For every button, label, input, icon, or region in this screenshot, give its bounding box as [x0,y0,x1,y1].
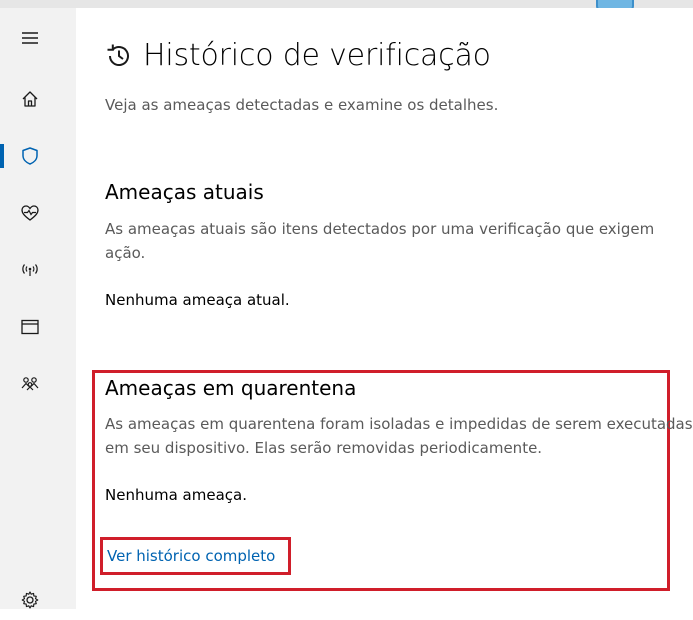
current-threats-status: Nenhuma ameaça atual. [105,291,290,309]
heart-health-icon [21,205,39,221]
browser-window-icon [21,319,39,335]
sidebar-item-family-options[interactable] [0,364,60,404]
page-header: Histórico de verificação [104,38,491,73]
hamburger-menu-button[interactable] [0,18,60,58]
sidebar-item-app-browser-control[interactable] [0,307,60,347]
page-title: Histórico de verificação [143,38,491,73]
settings-gear-icon [21,591,39,609]
sidebar-item-virus-protection[interactable] [0,136,60,176]
history-clock-icon [107,44,129,66]
page-subtitle: Veja as ameaças detectadas e examine os … [105,96,499,114]
view-full-history-link[interactable]: Ver histórico completo [107,547,275,565]
quarantine-status: Nenhuma ameaça. [105,486,247,504]
window-top-bar [0,0,693,8]
wireless-network-icon [22,264,38,276]
sidebar-item-device-health[interactable] [0,193,60,233]
main-content: Histórico de verificação Veja as ameaças… [76,8,693,609]
shield-icon [22,147,38,165]
current-threats-title: Ameaças atuais [105,180,264,204]
current-threats-description: As ameaças atuais são itens detectados p… [105,220,655,262]
sidebar-item-settings[interactable] [0,580,60,620]
quarantine-description: As ameaças em quarentena foram isoladas … [105,415,693,457]
sidebar-item-firewall-network[interactable] [0,250,60,290]
link-highlight-box: Ver histórico completo [100,537,291,575]
sidebar-item-home[interactable] [0,79,60,119]
sidebar [0,8,76,609]
home-icon [22,91,38,107]
hamburger-menu-icon [22,32,38,44]
quarantine-title: Ameaças em quarentena [105,376,357,400]
family-icon [21,377,39,391]
